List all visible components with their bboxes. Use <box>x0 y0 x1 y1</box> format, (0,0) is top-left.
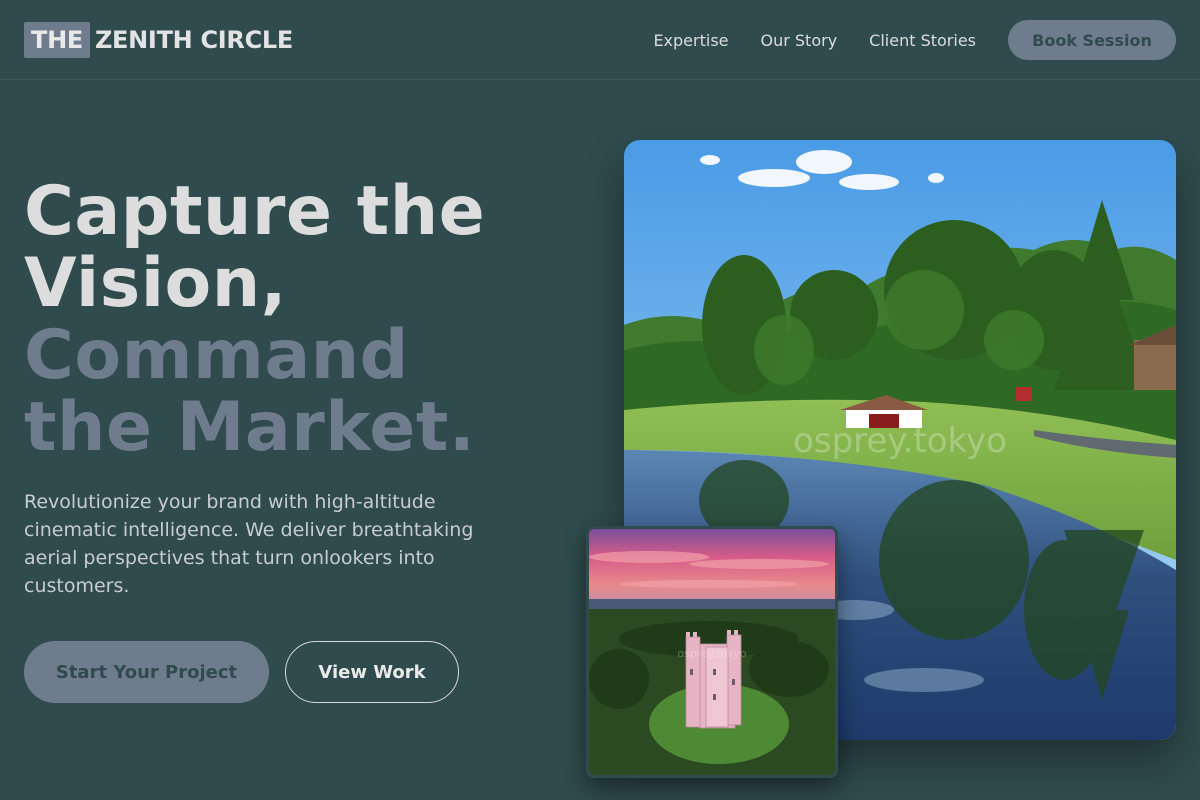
main-nav: Expertise Our Story Client Stories Book … <box>653 20 1176 60</box>
site-header: THE ZENITH CIRCLE Expertise Our Story Cl… <box>0 0 1200 80</box>
inset-watermark-text: osprey.tokyo <box>677 647 746 660</box>
book-session-button[interactable]: Book Session <box>1008 20 1176 60</box>
hero-title-line-2: Vision, <box>24 244 287 323</box>
hero-title-line-4: the Market. <box>24 388 476 467</box>
hero-title: Capture the Vision, Command the Market. <box>24 176 584 464</box>
castle-sunset-image: osprey.tokyo <box>589 529 835 775</box>
hero-title-line-1: Capture the <box>24 172 486 251</box>
logo[interactable]: THE ZENITH CIRCLE <box>24 22 293 58</box>
logo-text: ZENITH CIRCLE <box>94 26 294 54</box>
nav-link-expertise[interactable]: Expertise <box>653 31 728 50</box>
watermark-text: osprey.tokyo <box>793 421 1007 461</box>
hero-title-line-3: Command <box>24 316 409 395</box>
inset-image-castle: osprey.tokyo <box>586 526 838 778</box>
logo-box: THE <box>24 22 90 58</box>
nav-link-client-stories[interactable]: Client Stories <box>869 31 976 50</box>
view-work-button[interactable]: View Work <box>285 641 459 703</box>
start-project-button[interactable]: Start Your Project <box>24 641 269 703</box>
nav-link-our-story[interactable]: Our Story <box>761 31 838 50</box>
hero-description: Revolutionize your brand with high-altit… <box>24 491 474 597</box>
